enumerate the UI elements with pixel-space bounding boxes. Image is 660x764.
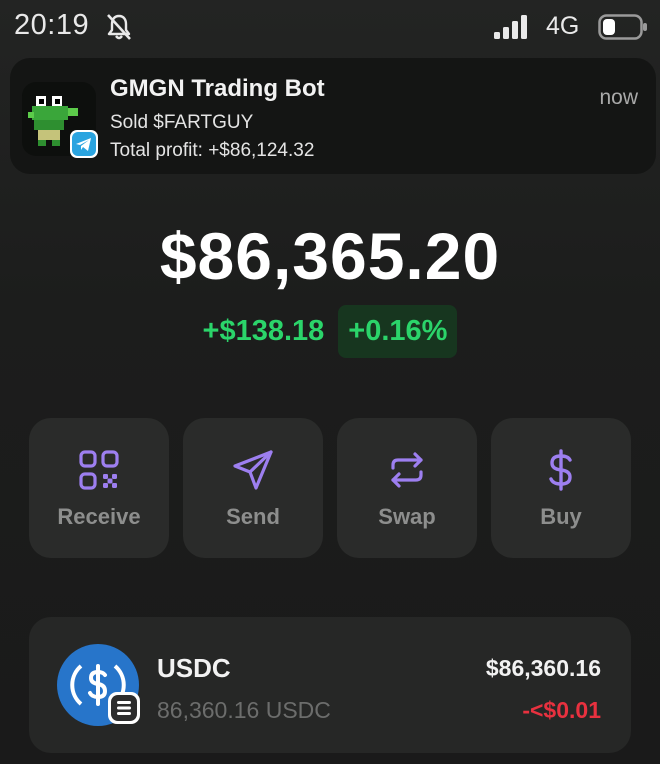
- buy-label: Buy: [540, 504, 582, 529]
- swap-arrows-icon: [391, 452, 423, 488]
- receive-label: Receive: [57, 504, 141, 529]
- push-notification[interactable]: GMGN Trading Bot Sold $FARTGUY Total pro…: [10, 58, 656, 174]
- token-symbol: USDC: [157, 653, 231, 683]
- mute-icon: [107, 14, 131, 40]
- qr-code-icon: [79, 450, 119, 490]
- swap-button[interactable]: Swap: [337, 418, 477, 558]
- wallet-screen: 20:19 4G GMGN Trading Bot Sold $FARTGUY …: [0, 0, 660, 764]
- notification-line-profit: Total profit: +$86,124.32: [110, 140, 315, 161]
- notification-title: GMGN Trading Bot: [110, 75, 325, 102]
- dollar-icon: [549, 449, 572, 491]
- token-row-usdc[interactable]: USDC 86,360.16 USDC $86,360.16 -<$0.01: [29, 617, 631, 753]
- status-bar: 20:19 4G: [0, 0, 660, 52]
- send-button[interactable]: Send: [183, 418, 323, 558]
- signal-icon: [494, 15, 527, 39]
- balance-change-amount: +$138.18: [202, 314, 325, 347]
- token-value: $86,360.16: [485, 655, 601, 681]
- buy-button[interactable]: Buy: [491, 418, 631, 558]
- telegram-icon: [70, 130, 98, 158]
- receive-button[interactable]: Receive: [29, 418, 169, 558]
- total-balance: $86,365.20: [159, 219, 501, 293]
- battery-icon: [598, 14, 647, 40]
- status-time: 20:19: [14, 9, 90, 41]
- send-label: Send: [226, 504, 280, 529]
- token-change: -<$0.01: [522, 697, 601, 723]
- balance-change-percent-badge: +0.16%: [338, 304, 458, 358]
- send-arrow-icon: [233, 450, 273, 490]
- balance-change-row: +$138.18 +0.16%: [0, 304, 660, 358]
- network-type: 4G: [546, 12, 580, 40]
- action-buttons: Receive Send Swap Buy: [29, 418, 631, 558]
- swap-label: Swap: [378, 504, 436, 529]
- notification-line-sold: Sold $FARTGUY: [110, 112, 254, 133]
- token-amount: 86,360.16 USDC: [157, 697, 331, 723]
- notification-time: now: [599, 86, 638, 109]
- chain-badge-icon: [108, 692, 140, 724]
